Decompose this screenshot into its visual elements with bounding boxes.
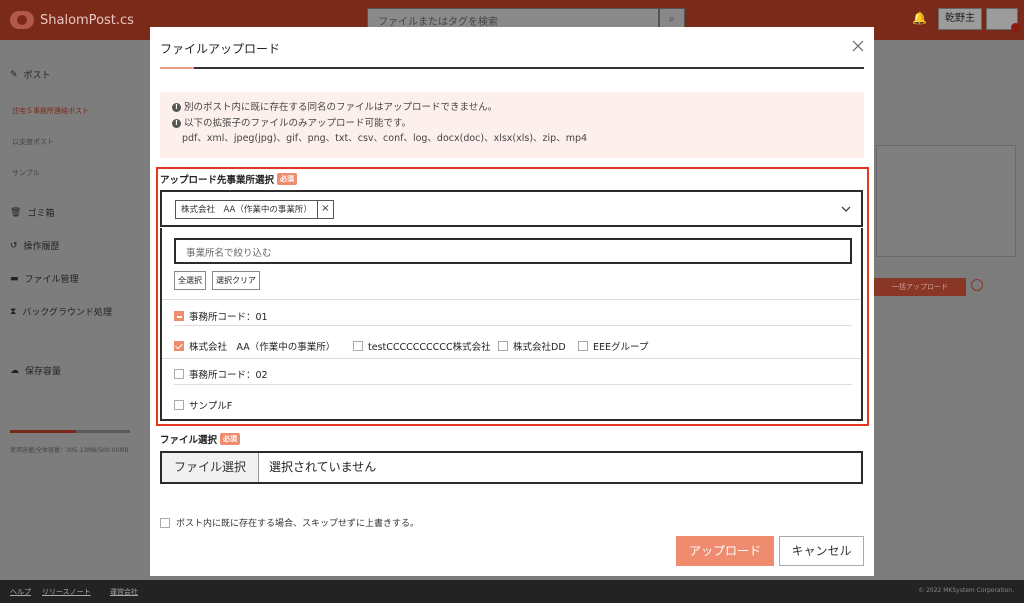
trash-icon: 🗑 <box>10 207 22 218</box>
option-office-aa[interactable]: 株式会社 AA（作業中の事業所） <box>174 339 335 353</box>
logo-text: ShalomPost.cs <box>40 12 134 28</box>
content-panel <box>876 145 1016 257</box>
sidebar-item-post[interactable]: ✎ ポスト <box>10 68 51 82</box>
sidebar-subitem-2[interactable]: サンプル <box>12 168 40 178</box>
overwrite-option[interactable]: ポスト内に既に存在する場合、スキップせずに上書きする。 <box>160 516 419 529</box>
clear-selection-button[interactable]: 選択クリア <box>212 271 260 290</box>
bell-icon[interactable]: 🔔 <box>912 11 927 25</box>
select-all-button[interactable]: 全選択 <box>174 271 206 290</box>
file-select-button[interactable]: ファイル選択 <box>162 453 259 482</box>
info-icon: ! <box>172 118 181 128</box>
history-icon: ↺ <box>10 240 18 251</box>
allowed-extensions: pdf、xml、jpeg(jpg)、gif、png、txt、csv、conf、l… <box>182 133 588 144</box>
app-logo[interactable]: ShalomPost.cs <box>10 9 134 31</box>
option-sample-f[interactable]: サンプルF <box>174 398 232 412</box>
cancel-button[interactable]: キャンセル <box>779 536 864 566</box>
close-icon[interactable] <box>851 39 865 53</box>
file-upload-modal: ファイルアップロード ! 別のポスト内に既に存在する同名のファイルはアップロードで… <box>150 27 874 576</box>
tag-remove-icon[interactable]: × <box>316 201 333 218</box>
office-multiselect[interactable]: 株式会社 AA（作業中の事業所） × <box>160 190 863 227</box>
file-input: ファイル選択 選択されていません <box>160 451 863 484</box>
bulk-upload-button[interactable]: 一括アップロード <box>874 278 966 296</box>
checkbox-icon[interactable] <box>578 341 588 351</box>
user-menu-button[interactable]: 乾野主 <box>938 8 982 30</box>
footer-link-help[interactable]: ヘルプ <box>10 587 31 597</box>
overwrite-checkbox[interactable] <box>160 517 170 528</box>
copyright: © 2022 MKSystem Corporation. <box>918 587 1014 594</box>
overwrite-label: ポスト内に既に存在する場合、スキップせずに上書きする。 <box>176 519 420 529</box>
footer-link-release-notes[interactable]: リリースノート <box>42 587 91 597</box>
upload-button[interactable]: アップロード <box>676 536 774 566</box>
office-filter-input[interactable]: 事業所名で絞り込む <box>174 238 852 264</box>
required-badge: 必須 <box>220 433 241 445</box>
option-office-dd[interactable]: 株式会社DD <box>498 339 566 353</box>
storage-bar <box>10 430 130 433</box>
main-content <box>874 40 1024 580</box>
sidebar-subitem-0[interactable]: 住宅５事務所連絡ポスト <box>12 106 89 116</box>
title-divider-accent <box>160 67 194 69</box>
divider <box>174 325 852 326</box>
sidebar-subitem-1[interactable]: 以支度ポスト <box>12 137 54 147</box>
notification-dot <box>1011 23 1020 32</box>
chevron-down-icon[interactable] <box>841 204 851 214</box>
office-dropdown: 事業所名で絞り込む 全選択 選択クリア 事務所コード：01 株式会社 AA（作業… <box>160 228 863 421</box>
checkbox-icon[interactable] <box>498 341 508 351</box>
sidebar-item-file-manage[interactable]: ▬ ファイル管理 <box>10 272 79 286</box>
sidebar-item-history[interactable]: ↺ 操作履歴 <box>10 239 60 253</box>
checked-checkbox-icon[interactable] <box>174 341 184 351</box>
help-icon[interactable] <box>971 279 983 291</box>
cloud-icon: ☁ <box>10 365 19 376</box>
checkbox-icon[interactable] <box>174 400 184 410</box>
footer-link-company[interactable]: 運営会社 <box>110 587 138 597</box>
post-icon: ✎ <box>10 69 18 80</box>
logo-icon <box>10 11 34 29</box>
option-office-testcc[interactable]: testCCCCCCCCCC株式会社 <box>353 339 491 353</box>
notification-menu-button[interactable] <box>986 8 1020 32</box>
sidebar-item-trash[interactable]: 🗑 ゴミ箱 <box>10 206 54 220</box>
group-office-code-02[interactable]: 事務所コード：02 <box>174 367 268 381</box>
notice-line-2: 以下の拡張子のファイルのみアップロード可能です。 <box>184 117 412 129</box>
sidebar: ✎ ポスト 住宅５事務所連絡ポスト 以支度ポスト サンプル 🗑 ゴミ箱 ↺ 操作履歴 … <box>0 40 150 580</box>
storage-text: 使用容量/全体容量：305.13MB/500.00MB <box>10 447 129 454</box>
divider <box>174 384 852 385</box>
required-badge: 必須 <box>277 173 298 185</box>
sidebar-item-background[interactable]: ⧗ バックグラウンド処理 <box>10 305 112 319</box>
option-office-eee[interactable]: EEEグループ <box>578 339 648 353</box>
divider <box>162 358 861 359</box>
title-divider <box>160 67 864 69</box>
notice-line-1: 別のポスト内に既に存在する同名のファイルはアップロードできません。 <box>184 102 498 113</box>
office-select-label: アップロード先事業所選択 必須 <box>160 172 298 186</box>
sidebar-item-storage: ☁ 保存容量 <box>10 365 62 378</box>
selected-office-tag: 株式会社 AA（作業中の事業所） × <box>175 200 334 219</box>
file-status-text: 選択されていません <box>269 460 377 474</box>
modal-title: ファイルアップロード <box>160 42 281 56</box>
divider <box>162 299 861 300</box>
checkbox-icon[interactable] <box>174 369 184 379</box>
file-manage-icon: ▬ <box>10 273 19 284</box>
info-icon: ! <box>172 103 181 113</box>
notice-box: ! 別のポスト内に既に存在する同名のファイルはアップロードできません。 ! 以下の拡… <box>160 92 864 158</box>
partial-checkbox-icon[interactable] <box>174 311 184 321</box>
group-office-code-01[interactable]: 事務所コード：01 <box>174 309 268 323</box>
file-select-label: ファイル選択 必須 <box>160 432 241 446</box>
checkbox-icon[interactable] <box>353 341 363 351</box>
footer: ヘルプ リリースノート 運営会社 © 2022 MKSystem Corpora… <box>0 580 1024 603</box>
background-icon: ⧗ <box>10 306 17 317</box>
